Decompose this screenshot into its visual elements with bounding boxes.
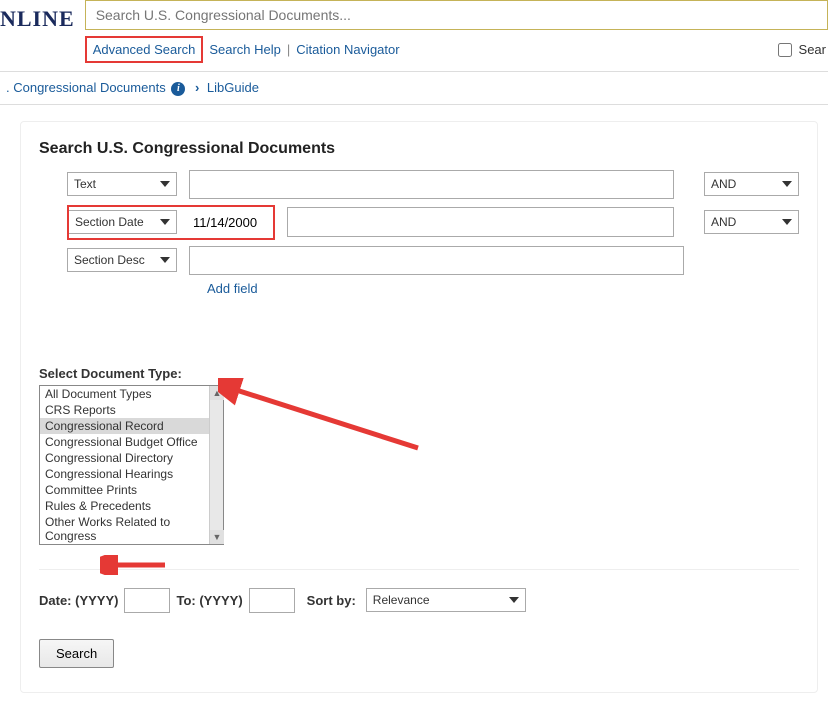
sort-by-value: Relevance bbox=[373, 593, 430, 607]
add-field-link[interactable]: Add field bbox=[207, 281, 258, 296]
bool-select-2[interactable]: AND bbox=[704, 210, 799, 234]
separator: | bbox=[287, 42, 290, 57]
bool-select-1[interactable]: AND bbox=[704, 172, 799, 196]
breadcrumb: . Congressional Documents i › LibGuide bbox=[0, 71, 828, 105]
scrollbar[interactable]: ▲ ▼ bbox=[209, 386, 223, 544]
info-icon[interactable]: i bbox=[171, 82, 185, 96]
field-select-3-label: Section Desc bbox=[74, 253, 145, 267]
date-to-input[interactable] bbox=[249, 588, 295, 613]
doc-type-option[interactable]: All Document Types bbox=[40, 386, 223, 402]
bool-select-1-label: AND bbox=[711, 177, 736, 191]
field-select-1-label: Text bbox=[74, 177, 96, 191]
field-value-1[interactable] bbox=[189, 170, 674, 199]
chevron-down-icon bbox=[509, 597, 519, 603]
chevron-down-icon bbox=[782, 219, 792, 225]
bool-select-2-label: AND bbox=[711, 215, 736, 229]
doc-type-option[interactable]: Other Works Related to Congress bbox=[40, 514, 223, 544]
date-from-input[interactable] bbox=[124, 588, 170, 613]
citation-navigator-link[interactable]: Citation Navigator bbox=[296, 42, 399, 57]
doc-type-option[interactable]: Rules & Precedents bbox=[40, 498, 223, 514]
field-value-2[interactable] bbox=[189, 209, 269, 236]
search-button[interactable]: Search bbox=[39, 639, 114, 668]
global-search-input[interactable] bbox=[85, 0, 828, 30]
logo: NLINE bbox=[0, 0, 85, 32]
chevron-down-icon bbox=[782, 181, 792, 187]
chevron-right-icon: › bbox=[195, 80, 199, 95]
field-select-1[interactable]: Text bbox=[67, 172, 177, 196]
sort-by-label: Sort by: bbox=[307, 593, 356, 608]
doc-type-listbox[interactable]: ▲ ▼ All Document TypesCRS ReportsCongres… bbox=[39, 385, 224, 545]
search-scope-label: Sear bbox=[799, 42, 826, 57]
doc-type-option[interactable]: Congressional Hearings bbox=[40, 466, 223, 482]
search-scope-checkbox[interactable] bbox=[778, 43, 792, 57]
doc-type-option[interactable]: Congressional Directory bbox=[40, 450, 223, 466]
scroll-down-icon[interactable]: ▼ bbox=[210, 530, 224, 544]
breadcrumb-seg-documents[interactable]: . Congressional Documents bbox=[6, 80, 166, 95]
chevron-down-icon bbox=[160, 181, 170, 187]
chevron-down-icon bbox=[160, 219, 170, 225]
doc-type-option[interactable]: CRS Reports bbox=[40, 402, 223, 418]
field-select-2-label: Section Date bbox=[75, 215, 144, 229]
advanced-search-link[interactable]: Advanced Search bbox=[85, 36, 204, 63]
field-select-2[interactable]: Section Date bbox=[69, 210, 177, 234]
search-help-link[interactable]: Search Help bbox=[209, 42, 281, 57]
chevron-down-icon bbox=[160, 257, 170, 263]
breadcrumb-seg-libguide[interactable]: LibGuide bbox=[207, 80, 259, 95]
sort-by-select[interactable]: Relevance bbox=[366, 588, 526, 612]
field-select-3[interactable]: Section Desc bbox=[67, 248, 177, 272]
doc-type-label: Select Document Type: bbox=[39, 366, 799, 381]
doc-type-option[interactable]: Congressional Budget Office bbox=[40, 434, 223, 450]
doc-type-option[interactable]: Committee Prints bbox=[40, 482, 223, 498]
scroll-up-icon[interactable]: ▲ bbox=[210, 386, 224, 400]
panel-title: Search U.S. Congressional Documents bbox=[39, 140, 799, 158]
field-value-3[interactable] bbox=[189, 246, 684, 275]
date-to-label: To: (YYYY) bbox=[176, 593, 242, 608]
date-from-label: Date: (YYYY) bbox=[39, 593, 118, 608]
doc-type-option[interactable]: Congressional Record bbox=[40, 418, 223, 434]
field-value-2-overflow[interactable] bbox=[287, 207, 674, 237]
